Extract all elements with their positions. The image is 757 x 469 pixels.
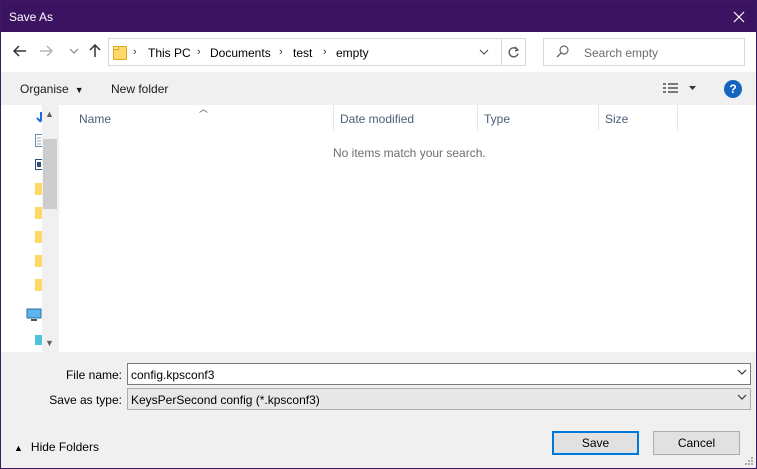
breadcrumb-test[interactable]: test bbox=[293, 46, 312, 60]
scroll-up-icon[interactable]: ▲ bbox=[45, 109, 54, 119]
column-label: Type bbox=[484, 112, 511, 126]
breadcrumb-documents[interactable]: Documents bbox=[210, 46, 271, 60]
back-arrow-icon bbox=[13, 45, 26, 57]
address-bar[interactable]: › This PC › Documents › test › empty bbox=[108, 38, 526, 66]
hide-folders-button[interactable]: ▲ Hide Folders bbox=[14, 440, 99, 454]
new-folder-button[interactable]: New folder bbox=[111, 82, 168, 96]
navigation-pane[interactable]: ▲ ▼ bbox=[1, 105, 61, 352]
breadcrumb-separator: › bbox=[279, 46, 283, 58]
forward-button[interactable] bbox=[36, 41, 56, 61]
chevron-down-icon bbox=[69, 48, 79, 54]
search-box[interactable]: Search empty bbox=[543, 38, 745, 66]
chevron-up-icon: ▲ bbox=[14, 443, 23, 453]
column-header-date-modified[interactable]: Date modified bbox=[332, 105, 477, 131]
column-label: Size bbox=[605, 112, 629, 126]
column-header-size[interactable]: Size bbox=[597, 105, 677, 131]
save-as-type-select[interactable]: KeysPerSecond config (*.kpsconf3) bbox=[127, 388, 751, 410]
file-list[interactable]: ︿ Name Date modified Type Size No items … bbox=[61, 104, 756, 352]
command-bar: Organise ▼ New folder ? bbox=[1, 72, 756, 105]
column-label: Name bbox=[79, 112, 112, 126]
refresh-icon bbox=[508, 46, 520, 57]
breadcrumb-this-pc[interactable]: This PC bbox=[148, 46, 191, 60]
change-view-button[interactable] bbox=[662, 81, 702, 97]
new-folder-label: New folder bbox=[111, 82, 169, 96]
window-title: Save As bbox=[9, 10, 54, 24]
refresh-button[interactable] bbox=[501, 39, 525, 65]
resize-grip-icon[interactable] bbox=[744, 456, 754, 466]
column-divider[interactable] bbox=[677, 105, 678, 130]
up-arrow-icon bbox=[89, 44, 101, 57]
title-bar: Save As bbox=[1, 1, 756, 32]
file-name-value: config.kpsconf3 bbox=[131, 368, 215, 382]
cancel-button[interactable]: Cancel bbox=[653, 431, 740, 455]
back-button[interactable] bbox=[10, 41, 30, 61]
folder-icon bbox=[113, 46, 127, 60]
scroll-down-icon[interactable]: ▼ bbox=[45, 338, 54, 348]
file-name-field[interactable]: config.kpsconf3 bbox=[127, 363, 751, 385]
organise-menu[interactable]: Organise ▼ bbox=[20, 82, 84, 96]
search-icon bbox=[556, 45, 569, 58]
search-placeholder: Search empty bbox=[584, 46, 659, 60]
scrollbar-thumb[interactable] bbox=[43, 139, 57, 209]
address-dropdown-button[interactable] bbox=[473, 39, 495, 65]
save-button[interactable]: Save bbox=[552, 431, 639, 455]
up-button[interactable] bbox=[85, 41, 105, 61]
save-as-type-label: Save as type: bbox=[49, 393, 122, 407]
breadcrumb-separator: › bbox=[323, 46, 327, 58]
column-header-type[interactable]: Type bbox=[476, 105, 598, 131]
column-header-name[interactable]: Name bbox=[71, 105, 333, 131]
breadcrumb-empty[interactable]: empty bbox=[336, 46, 369, 60]
file-name-label: File name: bbox=[65, 368, 122, 382]
breadcrumb-separator: › bbox=[133, 46, 137, 58]
chevron-down-icon[interactable] bbox=[737, 368, 747, 376]
details-view-icon bbox=[663, 83, 696, 93]
navigation-bar: › This PC › Documents › test › empty Sea… bbox=[1, 32, 756, 72]
hide-folders-label: Hide Folders bbox=[30, 440, 99, 454]
column-label: Date modified bbox=[340, 112, 415, 126]
help-button[interactable]: ? bbox=[724, 80, 742, 98]
save-as-type-value: KeysPerSecond config (*.kpsconf3) bbox=[131, 393, 320, 407]
recent-locations-button[interactable] bbox=[64, 41, 84, 61]
chevron-down-icon bbox=[737, 394, 747, 400]
organise-label: Organise bbox=[20, 82, 69, 96]
chevron-down-icon bbox=[479, 49, 489, 55]
caret-down-icon: ▼ bbox=[74, 85, 84, 95]
close-button[interactable] bbox=[722, 1, 756, 32]
forward-arrow-icon bbox=[40, 45, 53, 57]
save-options-panel: File name: config.kpsconf3 Save as type:… bbox=[1, 352, 756, 468]
breadcrumb-separator: › bbox=[197, 46, 201, 58]
save-as-dialog: Save As › This PC › Documents › test › e… bbox=[0, 0, 757, 469]
close-icon bbox=[733, 11, 745, 22]
empty-list-message: No items match your search. bbox=[333, 146, 486, 160]
this-pc-icon bbox=[26, 308, 42, 321]
